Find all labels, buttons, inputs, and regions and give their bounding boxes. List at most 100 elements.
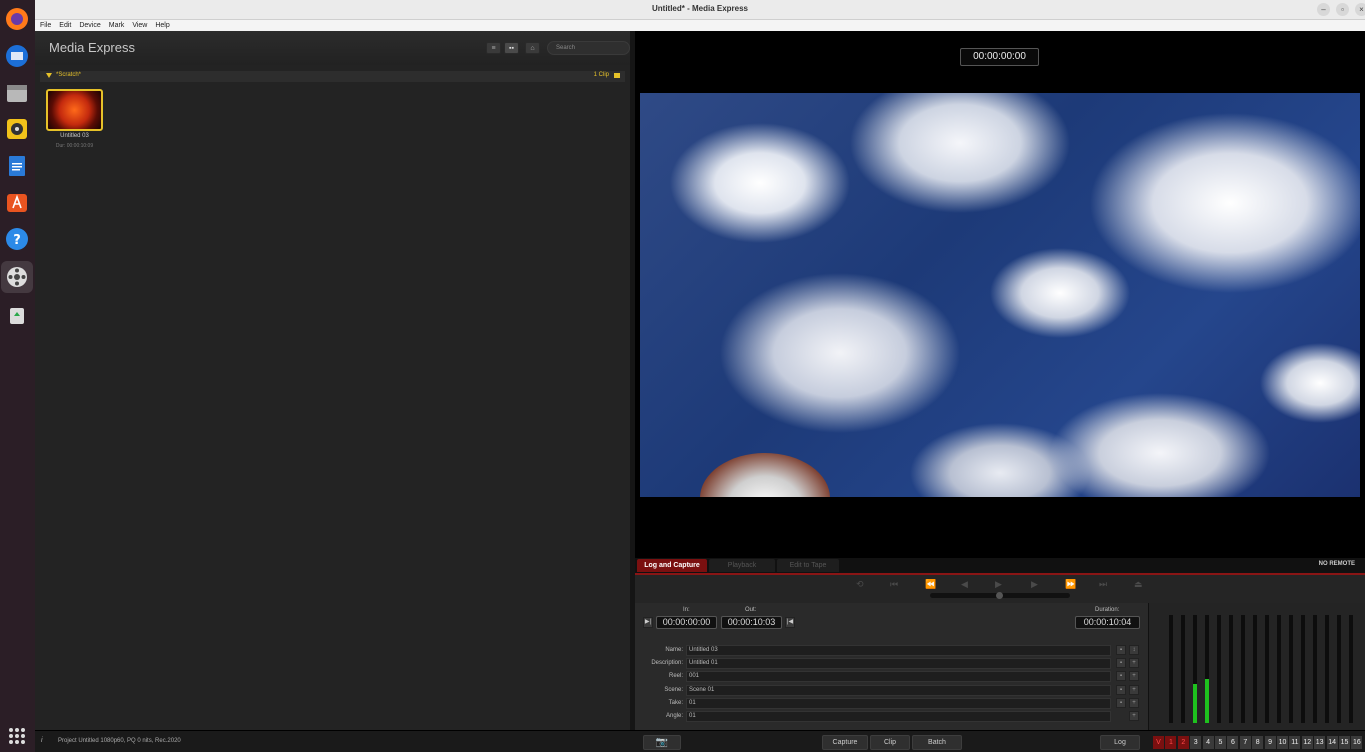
channel-button[interactable]: 2	[1177, 736, 1189, 749]
reel-field[interactable]: 001	[686, 671, 1111, 682]
channel-button[interactable]: 11	[1289, 736, 1301, 749]
description-field[interactable]: Untitled 01	[686, 658, 1111, 669]
home-icon[interactable]: ⌂	[525, 42, 540, 54]
increment-icon[interactable]: +	[1129, 671, 1139, 681]
menu-file[interactable]: File	[40, 20, 51, 31]
channel-button[interactable]: 9	[1264, 736, 1276, 749]
channel-button[interactable]: 13	[1314, 736, 1326, 749]
in-label: In:	[683, 607, 690, 613]
name-label: Name:	[665, 647, 683, 653]
set-in-button[interactable]: ▶|	[643, 617, 653, 628]
window-titlebar: Untitled* - Media Express – ▫ ×	[35, 0, 1365, 20]
menu-view[interactable]: View	[132, 20, 147, 31]
media-express-icon[interactable]	[1, 261, 33, 293]
list-view-icon[interactable]: ≡	[486, 42, 501, 54]
channel-button[interactable]: 1	[1165, 736, 1177, 749]
audio-meter-channel	[1289, 615, 1293, 723]
menu-device[interactable]: Device	[79, 20, 100, 31]
take-field[interactable]: 01	[686, 698, 1111, 709]
snapshot-camera-icon[interactable]: 📷	[643, 735, 681, 750]
audio-meter-channel	[1265, 615, 1269, 723]
channel-button[interactable]: 10	[1277, 736, 1288, 749]
firefox-icon[interactable]	[4, 6, 30, 32]
audio-meter-channel	[1253, 615, 1257, 723]
capture-button[interactable]: Capture	[822, 735, 868, 750]
preset-icon[interactable]: ▪	[1116, 698, 1126, 708]
log-button[interactable]: Log	[1100, 735, 1140, 750]
increment-icon[interactable]: +	[1129, 698, 1139, 708]
channel-button[interactable]: V	[1153, 736, 1164, 749]
jog-knob[interactable]	[996, 592, 1003, 599]
step-forward-icon[interactable]: ▶	[1031, 579, 1038, 590]
angle-field[interactable]: 01	[686, 711, 1111, 722]
channel-button[interactable]: 4	[1202, 736, 1214, 749]
in-timecode-field[interactable]: 00:00:00:00	[656, 616, 717, 629]
preset-icon[interactable]: ▪	[1116, 685, 1126, 695]
expand-arrow-icon[interactable]	[46, 73, 52, 78]
scratch-bin[interactable]: *Scratch* 1 Clip	[40, 71, 625, 82]
menu-help[interactable]: Help	[155, 20, 169, 31]
search-input[interactable]: Search	[547, 41, 630, 55]
window-title: Untitled* - Media Express	[651, 4, 749, 13]
play-icon[interactable]: ▶	[995, 579, 1002, 590]
set-out-button[interactable]: |◀	[785, 617, 795, 628]
channel-button[interactable]: 14	[1326, 736, 1338, 749]
restore-icon[interactable]: ▫	[1336, 3, 1349, 16]
bin-name: *Scratch*	[56, 72, 82, 78]
increment-icon[interactable]: +	[1129, 658, 1139, 668]
channel-button[interactable]: 15	[1339, 736, 1350, 749]
go-to-end-icon[interactable]: ⏭	[1099, 579, 1107, 590]
info-icon[interactable]: i	[41, 737, 50, 746]
project-status: Project Untitled 1080p60, PQ 0 nits, Rec…	[58, 738, 181, 744]
preset-icon[interactable]: ▪	[1116, 658, 1126, 668]
channel-button[interactable]: 6	[1227, 736, 1239, 749]
channel-button[interactable]: 7	[1239, 736, 1251, 749]
clip-thumbnail[interactable]	[46, 89, 103, 131]
app-name: Media Express	[49, 40, 135, 55]
increment-icon[interactable]: ↕	[1129, 645, 1139, 655]
trash-icon[interactable]	[4, 302, 30, 328]
files-icon[interactable]	[4, 80, 30, 106]
out-timecode-field[interactable]: 00:00:10:03	[721, 616, 782, 629]
channel-button[interactable]: 16	[1351, 736, 1363, 749]
batch-button[interactable]: Batch	[912, 735, 962, 750]
tab-edit-to-tape[interactable]: Edit to Tape	[777, 559, 839, 572]
thunderbird-icon[interactable]	[4, 43, 30, 69]
preset-icon[interactable]: ▪	[1116, 645, 1126, 655]
channel-button[interactable]: 3	[1190, 736, 1202, 749]
name-field[interactable]: Untitled 03	[686, 645, 1111, 656]
video-viewer: 00:00:00:00	[635, 31, 1365, 558]
channel-button[interactable]: 8	[1252, 736, 1264, 749]
close-icon[interactable]: ×	[1355, 3, 1365, 16]
channel-button[interactable]: 5	[1215, 736, 1226, 749]
step-back-icon[interactable]: ◀	[961, 579, 968, 590]
tab-log-and-capture[interactable]: Log and Capture	[637, 559, 707, 572]
fast-forward-icon[interactable]: ⏩	[1065, 579, 1076, 590]
menu-edit[interactable]: Edit	[59, 20, 71, 31]
clip-button[interactable]: Clip	[870, 735, 910, 750]
eject-icon[interactable]: ⏏	[1134, 579, 1143, 590]
minimize-icon[interactable]: –	[1317, 3, 1330, 16]
app-center-icon[interactable]	[4, 189, 30, 215]
loop-icon[interactable]: ⟲	[856, 579, 864, 590]
increment-icon[interactable]: +	[1129, 685, 1139, 695]
preset-icon[interactable]: ▪	[1116, 671, 1126, 681]
help-icon[interactable]: ?	[4, 226, 30, 252]
thumbnail-view-icon[interactable]: ▪▪	[504, 42, 519, 54]
space-station-image	[700, 453, 830, 497]
go-to-start-icon[interactable]: ⏮	[890, 579, 898, 590]
show-apps-icon[interactable]	[9, 728, 25, 744]
viewer-timecode: 00:00:00:00	[960, 48, 1039, 66]
scene-field[interactable]: Scene 01	[686, 685, 1111, 696]
audio-meter-channel	[1217, 615, 1221, 723]
tab-playback[interactable]: Playback	[709, 559, 775, 572]
menu-mark[interactable]: Mark	[109, 20, 125, 31]
rewind-icon[interactable]: ⏪	[925, 579, 936, 590]
audio-meter-channel	[1193, 615, 1197, 723]
rhythmbox-icon[interactable]	[4, 116, 30, 142]
channel-button[interactable]: 12	[1301, 736, 1313, 749]
increment-icon[interactable]: +	[1129, 711, 1139, 721]
audio-meter-channel	[1181, 615, 1185, 723]
writer-icon[interactable]	[4, 153, 30, 179]
jog-shuttle-slider[interactable]	[930, 592, 1070, 599]
